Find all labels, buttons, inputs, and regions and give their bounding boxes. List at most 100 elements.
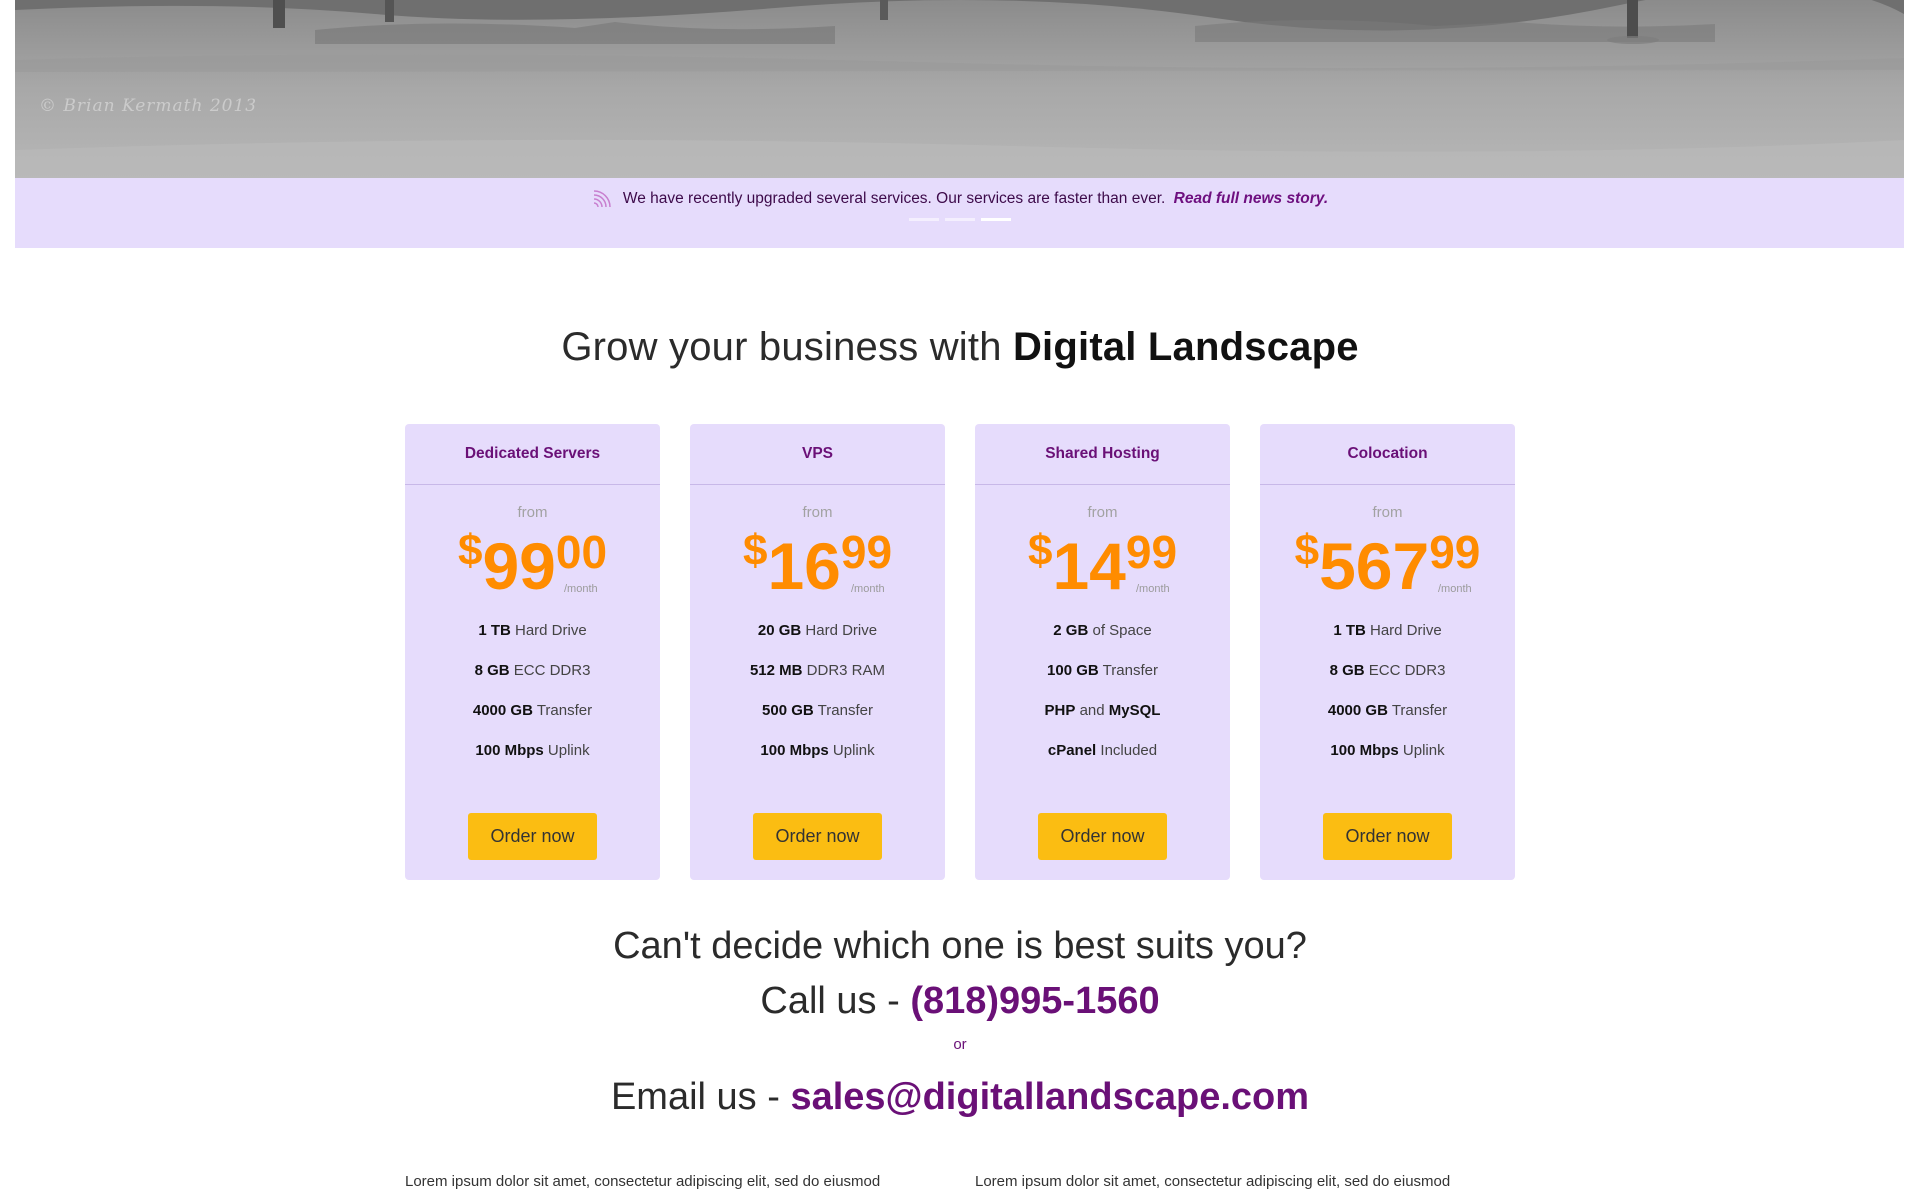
news-ticker: We have recently upgraded several servic… xyxy=(15,178,1904,248)
plan-title: Shared Hosting xyxy=(975,424,1230,485)
plan-from-label: from xyxy=(1372,504,1403,521)
feature-value: 100 Mbps xyxy=(760,742,829,759)
feature-item: 4000 GB Transfer xyxy=(1260,701,1515,741)
plan-title: VPS xyxy=(690,424,945,485)
feature-item: 100 Mbps Uplink xyxy=(1260,741,1515,781)
carousel-dot[interactable] xyxy=(944,218,975,221)
price-currency: $ xyxy=(1027,526,1053,575)
feature-value: 100 GB xyxy=(1047,662,1099,679)
headline-brand: Digital Landscape xyxy=(1012,325,1359,369)
plan-from-label: from xyxy=(1087,504,1118,521)
plan-price: $ 14 99 /month xyxy=(975,523,1230,600)
feature-value: 4000 GB xyxy=(1327,702,1388,719)
body-text-column-right: Lorem ipsum dolor sit amet, consectetur … xyxy=(975,1173,1451,1190)
feature-item: 512 MB DDR3 RAM xyxy=(690,661,945,701)
price-integer: 99 xyxy=(482,529,556,603)
feature-value: cPanel xyxy=(1047,742,1097,759)
feature-value: 8 GB xyxy=(474,662,510,679)
plan-title: Colocation xyxy=(1260,424,1515,485)
plan-from-label: from xyxy=(802,504,833,521)
or-separator: or xyxy=(953,1036,967,1053)
plan-title: Dedicated Servers xyxy=(405,424,660,485)
plan-features: 1 TB Hard Drive 8 GB ECC DDR3 4000 GB Tr… xyxy=(1260,621,1515,781)
feature-label: Hard Drive xyxy=(1370,622,1442,639)
pricing-card-colocation: Colocation from $ 567 99 /month 1 TB Har… xyxy=(1260,424,1515,880)
carousel-indicators xyxy=(15,218,1904,221)
order-now-button[interactable]: Order now xyxy=(468,813,597,860)
pricing-card-dedicated-servers: Dedicated Servers from $ 99 00 /month 1 … xyxy=(405,424,660,880)
news-text: We have recently upgraded several servic… xyxy=(622,190,1166,207)
feature-label: of Space xyxy=(1092,622,1152,639)
feature-value: 20 GB xyxy=(757,622,802,639)
plan-price: $ 99 00 /month xyxy=(405,523,660,600)
carousel-dot[interactable] xyxy=(908,218,939,221)
feature-label: and xyxy=(1079,702,1105,719)
feature-value: 8 GB xyxy=(1329,662,1365,679)
price-integer: 567 xyxy=(1319,529,1430,603)
carousel-dot-active[interactable] xyxy=(980,218,1011,221)
email-us-line: Email us - sales@digitallandscape.com xyxy=(0,1076,1920,1119)
feature-item: 4000 GB Transfer xyxy=(405,701,660,741)
feature-label: Hard Drive xyxy=(515,622,587,639)
price-decimal: 99 xyxy=(1125,526,1178,578)
feature-item: 100 Mbps Uplink xyxy=(405,741,660,781)
feature-label: Transfer xyxy=(1391,702,1448,719)
feature-label: Transfer xyxy=(1102,662,1158,679)
price-period: /month xyxy=(1438,583,1472,595)
price-currency: $ xyxy=(742,526,768,575)
price-decimal: 00 xyxy=(555,526,608,578)
price-integer: 16 xyxy=(767,529,841,603)
news-text-wrap: We have recently upgraded several servic… xyxy=(623,190,1328,208)
feature-label: ECC DDR3 xyxy=(1368,662,1446,679)
feature-value: 500 GB xyxy=(762,702,814,719)
feature-item: 8 GB ECC DDR3 xyxy=(405,661,660,701)
page-headline: Grow your business with Digital Landscap… xyxy=(0,325,1920,370)
news-read-more-link[interactable]: Read full news story. xyxy=(1174,190,1328,207)
call-us-label: Call us - xyxy=(760,980,900,1022)
phone-number-link[interactable]: (818)995-1560 xyxy=(910,980,1159,1022)
plan-price: $ 16 99 /month xyxy=(690,523,945,600)
feature-item: cPanel Included xyxy=(975,741,1230,781)
price-currency: $ xyxy=(1294,526,1320,575)
pricing-cards: Dedicated Servers from $ 99 00 /month 1 … xyxy=(405,424,1515,880)
photo-credit: © Brian Kermath 2013 xyxy=(39,96,258,116)
order-now-button[interactable]: Order now xyxy=(753,813,882,860)
feature-value: MySQL xyxy=(1108,702,1161,719)
body-text-column-left: Lorem ipsum dolor sit amet, consectetur … xyxy=(405,1173,881,1190)
pricing-card-shared-hosting: Shared Hosting from $ 14 99 /month 2 GB … xyxy=(975,424,1230,880)
rss-icon xyxy=(593,190,611,208)
price-period: /month xyxy=(564,583,598,595)
email-us-label: Email us - xyxy=(610,1076,780,1118)
feature-label: ECC DDR3 xyxy=(513,662,591,679)
price-integer: 14 xyxy=(1052,529,1126,603)
feature-value: 1 TB xyxy=(1333,622,1366,639)
feature-value: 2 GB xyxy=(1053,622,1089,639)
feature-label: DDR3 RAM xyxy=(806,662,886,679)
hero-banner-image: © Brian Kermath 2013 xyxy=(15,0,1904,178)
feature-label: Transfer xyxy=(817,702,873,719)
news-line: We have recently upgraded several servic… xyxy=(15,178,1904,208)
order-now-button[interactable]: Order now xyxy=(1323,813,1452,860)
call-us-line: Call us - (818)995-1560 xyxy=(0,980,1920,1023)
plan-features: 20 GB Hard Drive 512 MB DDR3 RAM 500 GB … xyxy=(690,621,945,781)
feature-label: Uplink xyxy=(832,742,875,759)
feature-label: Included xyxy=(1100,742,1158,759)
feature-value: 100 Mbps xyxy=(475,742,544,759)
feature-value: PHP xyxy=(1044,702,1076,719)
plan-from-label: from xyxy=(517,504,548,521)
feature-item: 2 GB of Space xyxy=(975,621,1230,661)
landscape-illustration xyxy=(15,0,1904,178)
feature-item: 1 TB Hard Drive xyxy=(1260,621,1515,661)
plan-features: 1 TB Hard Drive 8 GB ECC DDR3 4000 GB Tr… xyxy=(405,621,660,781)
feature-value: 512 MB xyxy=(749,662,803,679)
price-decimal: 99 xyxy=(840,526,893,578)
headline-prefix: Grow your business with xyxy=(561,325,1002,369)
email-address-link[interactable]: sales@digitallandscape.com xyxy=(790,1076,1309,1118)
feature-item: 100 GB Transfer xyxy=(975,661,1230,701)
price-decimal: 99 xyxy=(1429,526,1481,578)
plan-features: 2 GB of Space 100 GB Transfer PHP and My… xyxy=(975,621,1230,781)
feature-label: Uplink xyxy=(547,742,590,759)
feature-item: 20 GB Hard Drive xyxy=(690,621,945,661)
feature-label: Hard Drive xyxy=(805,622,878,639)
order-now-button[interactable]: Order now xyxy=(1038,813,1167,860)
